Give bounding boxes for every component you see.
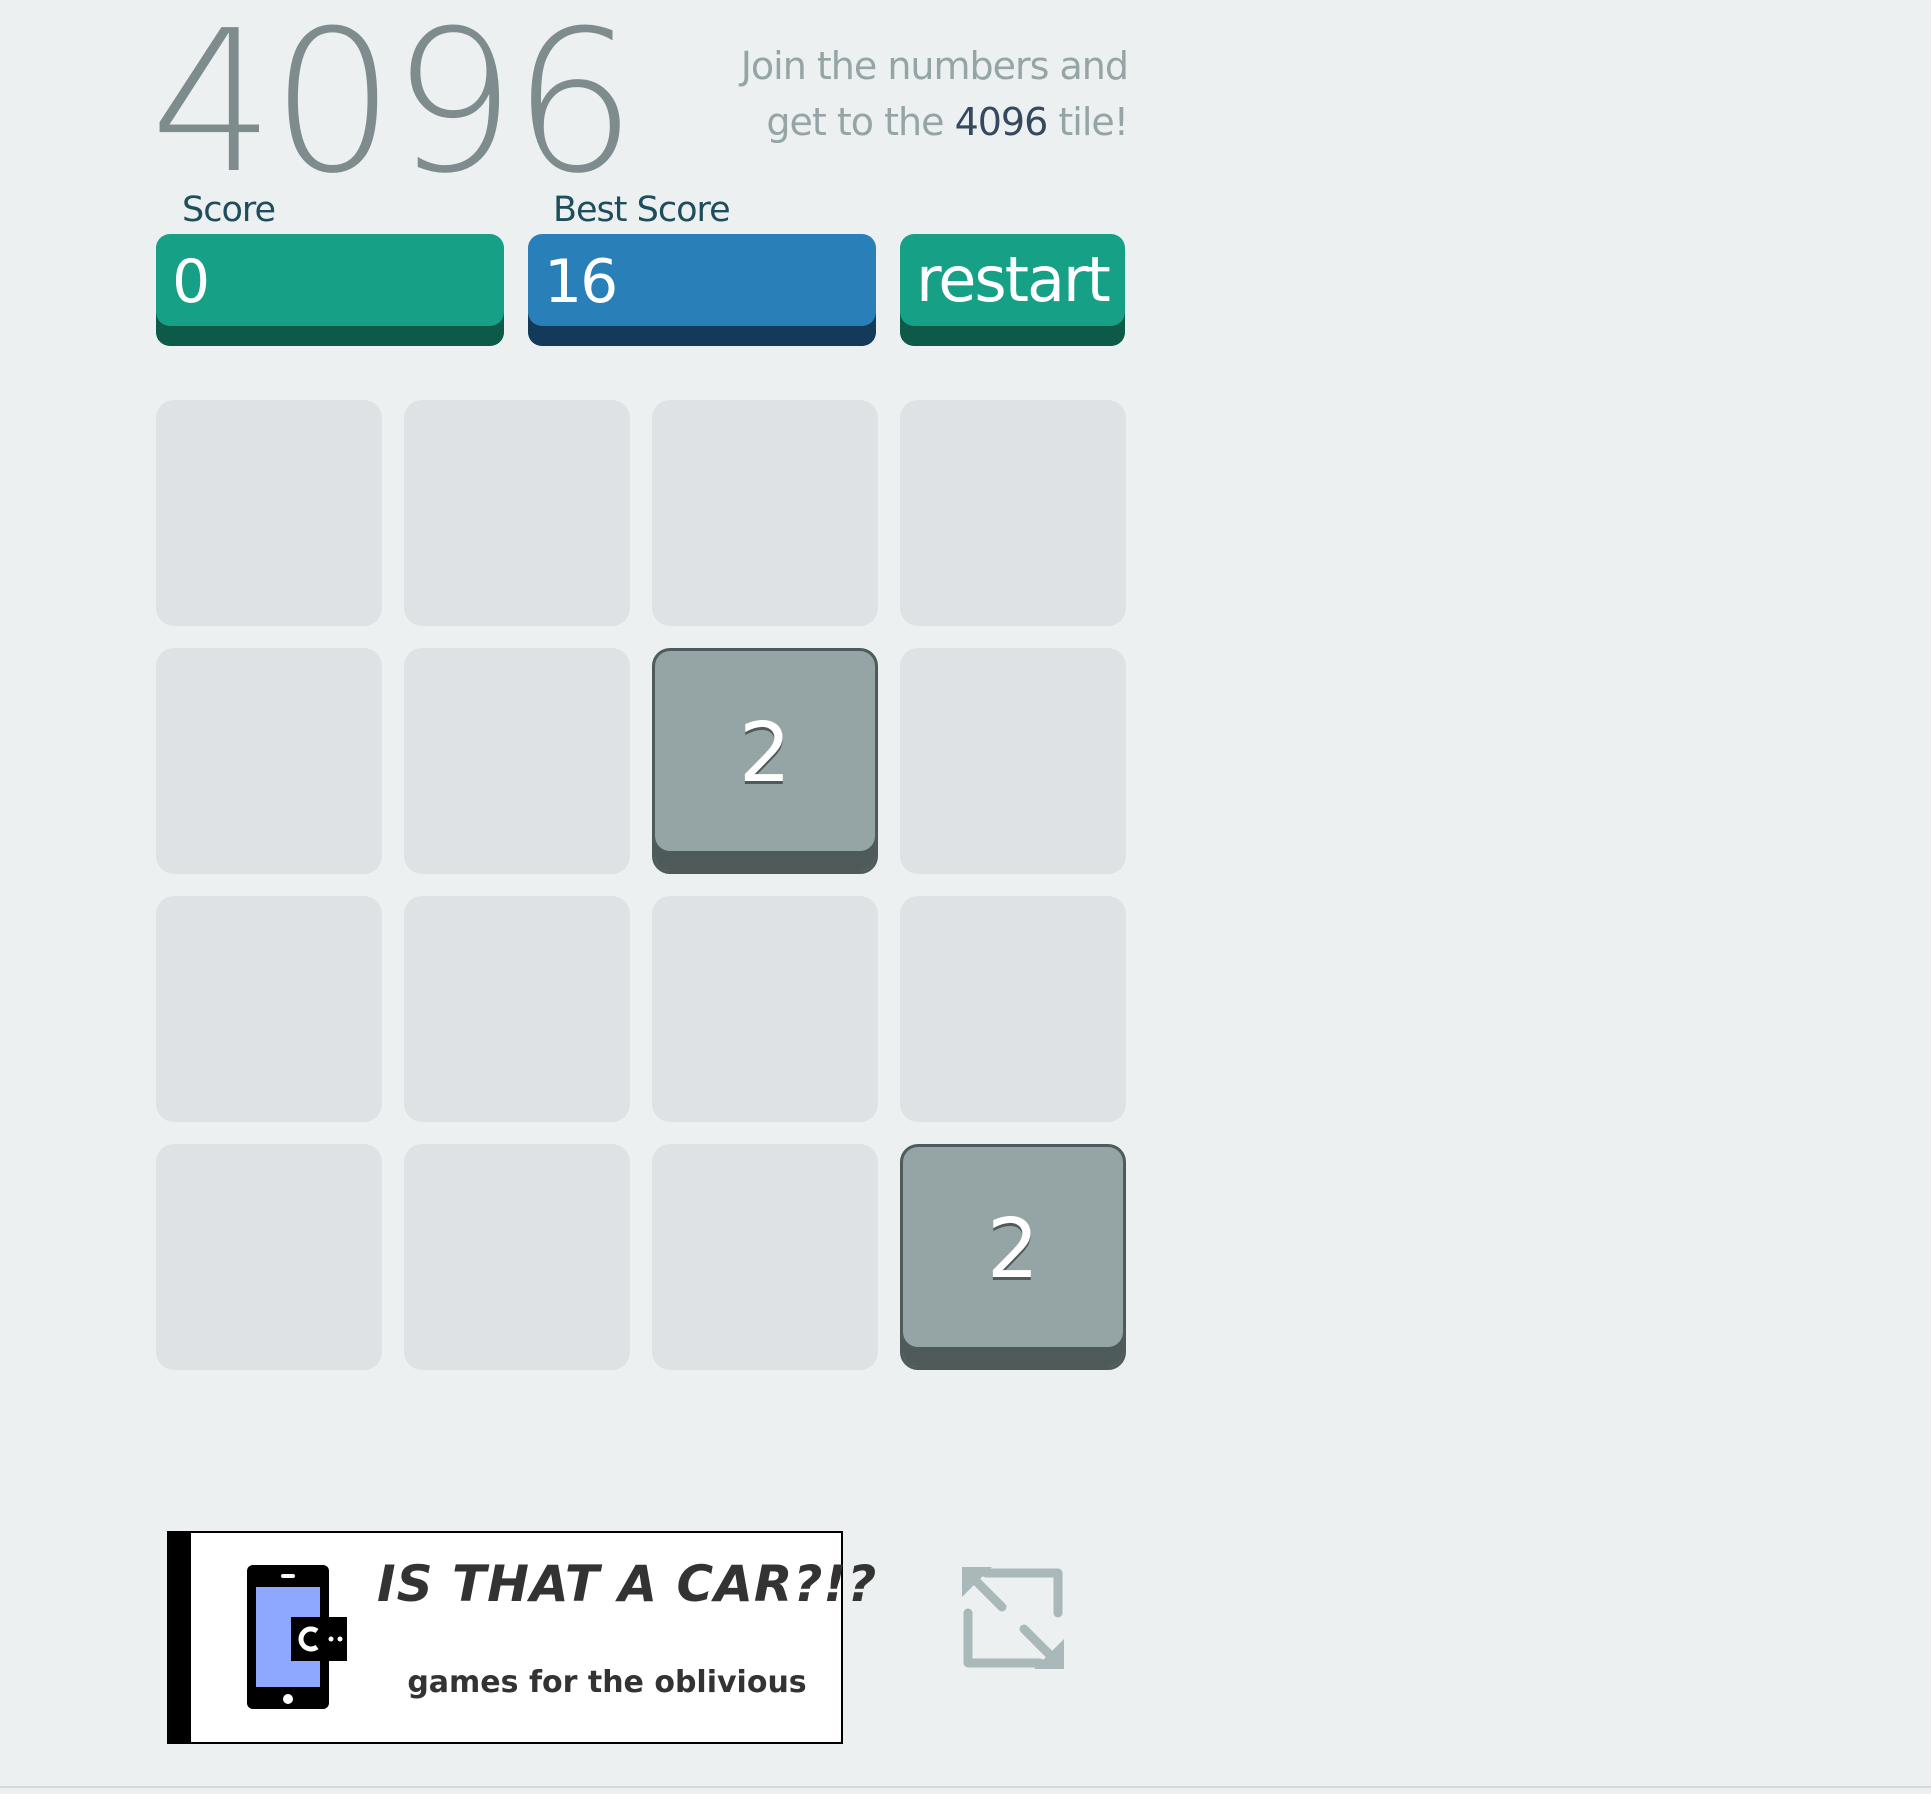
best-score-label: Best Score xyxy=(553,190,731,230)
banner-stripe xyxy=(169,1533,191,1742)
page-divider xyxy=(0,1786,1931,1788)
tile-2: 2 xyxy=(900,1144,1126,1370)
grid-cell xyxy=(652,1144,878,1370)
game-tagline: Join the numbers and get to the 4096 til… xyxy=(708,38,1129,150)
banner-headline: IS THAT A CAR?!? xyxy=(377,1555,878,1613)
grid-cell xyxy=(900,648,1126,874)
game-board[interactable]: 22 xyxy=(156,400,1126,1370)
restart-button[interactable]: restart xyxy=(900,234,1125,346)
tagline-suffix: tile! xyxy=(1047,100,1129,144)
tile-2: 2 xyxy=(652,648,878,874)
grid-cell xyxy=(900,896,1126,1122)
grid-cell xyxy=(404,1144,630,1370)
grid-cell xyxy=(156,896,382,1122)
best-score-box: 16 xyxy=(528,234,876,346)
game-title: 4096 xyxy=(150,0,637,217)
grid-cell xyxy=(404,400,630,626)
fullscreen-icon[interactable] xyxy=(958,1563,1068,1673)
promo-banner[interactable]: IS THAT A CAR?!? games for the oblivious xyxy=(167,1531,878,1744)
best-score-value: 16 xyxy=(544,247,618,317)
grid-cell xyxy=(404,648,630,874)
score-label: Score xyxy=(182,190,276,230)
banner-subtitle: games for the oblivious xyxy=(407,1665,807,1700)
score-box: 0 xyxy=(156,234,504,346)
grid-cell xyxy=(652,400,878,626)
score-value: 0 xyxy=(172,247,210,317)
grid-cell xyxy=(652,896,878,1122)
grid-cell xyxy=(404,896,630,1122)
grid-cell xyxy=(156,648,382,874)
tagline-target: 4096 xyxy=(954,100,1049,144)
grid-cell xyxy=(156,400,382,626)
phone-icon xyxy=(247,1565,347,1709)
grid-cell xyxy=(900,400,1126,626)
grid-cell xyxy=(156,1144,382,1370)
